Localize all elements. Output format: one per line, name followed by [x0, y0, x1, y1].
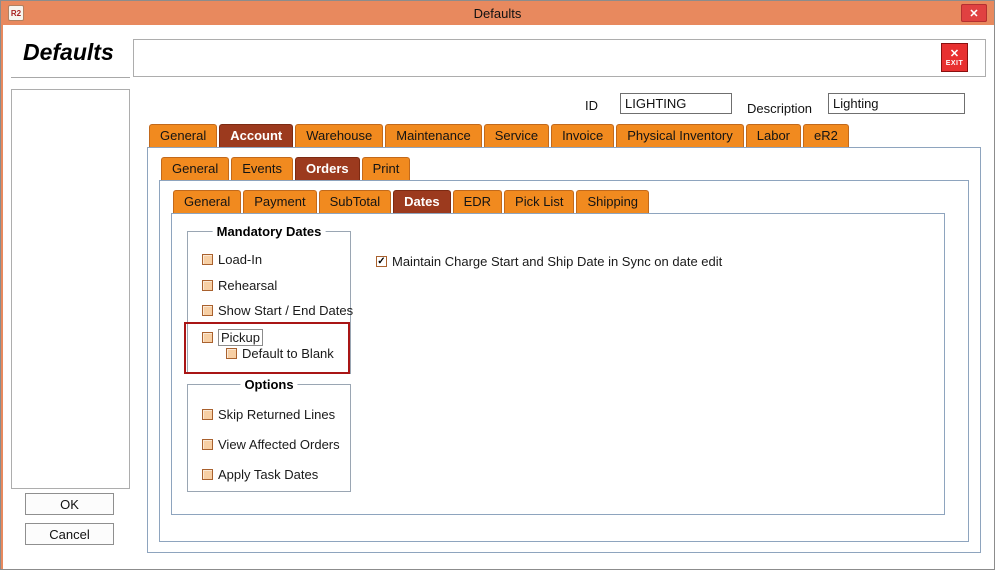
tab3-edr[interactable]: EDR [453, 190, 502, 213]
description-label: Description [747, 101, 812, 116]
load-in-checkbox[interactable] [202, 254, 213, 265]
cancel-button[interactable]: Cancel [25, 523, 114, 545]
checkbox-row-rehearsal[interactable]: Rehearsal [202, 278, 277, 293]
load-in-label: Load-In [218, 252, 262, 267]
default-to-blank-checkbox[interactable] [226, 348, 237, 359]
checkbox-row-default-to-blank[interactable]: Default to Blank [226, 346, 334, 361]
exit-label: EXIT [946, 60, 964, 67]
tab3-general[interactable]: General [173, 190, 241, 213]
apply-task-dates-label: Apply Task Dates [218, 467, 318, 482]
show-start-end-checkbox[interactable] [202, 305, 213, 316]
tab-account[interactable]: Account [219, 124, 293, 147]
id-input[interactable] [620, 93, 732, 114]
checkbox-row-skip-returned[interactable]: Skip Returned Lines [202, 407, 335, 422]
tab-physical-inventory[interactable]: Physical Inventory [616, 124, 744, 147]
checkbox-row-view-affected[interactable]: View Affected Orders [202, 437, 340, 452]
tab3-dates[interactable]: Dates [393, 190, 450, 213]
ok-button[interactable]: OK [25, 493, 114, 515]
tab2-events[interactable]: Events [231, 157, 293, 180]
exit-x-icon: ✕ [950, 49, 959, 60]
tab-row-main: General Account Warehouse Maintenance Se… [149, 124, 849, 147]
tab2-orders[interactable]: Orders [295, 157, 360, 180]
checkbox-row-show-start-end[interactable]: Show Start / End Dates [202, 303, 353, 318]
tab3-payment[interactable]: Payment [243, 190, 316, 213]
tab-row-account: General Events Orders Print [161, 157, 410, 180]
exit-button[interactable]: ✕ EXIT [941, 43, 968, 72]
tab-general[interactable]: General [149, 124, 217, 147]
close-button[interactable]: ✕ [961, 4, 987, 22]
checkbox-row-maintain-sync[interactable]: ✓ Maintain Charge Start and Ship Date in… [376, 254, 722, 269]
tab2-general[interactable]: General [161, 157, 229, 180]
options-legend: Options [240, 377, 297, 392]
tab2-print[interactable]: Print [362, 157, 411, 180]
pickup-checkbox[interactable] [202, 332, 213, 343]
tab-maintenance[interactable]: Maintenance [385, 124, 481, 147]
maintain-sync-checkbox[interactable]: ✓ [376, 256, 387, 267]
show-start-end-label: Show Start / End Dates [218, 303, 353, 318]
checkbox-row-apply-task-dates[interactable]: Apply Task Dates [202, 467, 318, 482]
defaults-window: R2 Defaults ✕ Defaults OK Cancel ✕ EXIT … [0, 0, 995, 570]
tab3-pick-list[interactable]: Pick List [504, 190, 574, 213]
tab3-shipping[interactable]: Shipping [576, 190, 649, 213]
view-affected-checkbox[interactable] [202, 439, 213, 450]
tab3-subtotal[interactable]: SubTotal [319, 190, 392, 213]
apply-task-dates-checkbox[interactable] [202, 469, 213, 480]
left-list-panel [11, 89, 130, 489]
default-to-blank-label: Default to Blank [242, 346, 334, 361]
tab-er2[interactable]: eR2 [803, 124, 849, 147]
id-label: ID [585, 98, 598, 113]
tab-warehouse[interactable]: Warehouse [295, 124, 383, 147]
heading-divider [11, 77, 130, 78]
checkbox-row-pickup[interactable]: Pickup [202, 329, 263, 346]
tab-service[interactable]: Service [484, 124, 549, 147]
pickup-label: Pickup [218, 329, 263, 346]
window-title: Defaults [474, 6, 522, 21]
page-title: Defaults [23, 39, 114, 66]
title-bar: R2 Defaults ✕ [1, 1, 994, 25]
rehearsal-label: Rehearsal [218, 278, 277, 293]
skip-returned-checkbox[interactable] [202, 409, 213, 420]
mandatory-dates-legend: Mandatory Dates [213, 224, 326, 239]
header-strip [133, 39, 986, 77]
checkbox-row-load-in[interactable]: Load-In [202, 252, 262, 267]
app-icon[interactable]: R2 [8, 5, 24, 21]
options-group: Options Skip Returned Lines View Affecte… [187, 384, 351, 492]
view-affected-label: View Affected Orders [218, 437, 340, 452]
tab-labor[interactable]: Labor [746, 124, 801, 147]
tab-row-orders: General Payment SubTotal Dates EDR Pick … [173, 190, 649, 213]
description-input[interactable] [828, 93, 965, 114]
maintain-sync-label: Maintain Charge Start and Ship Date in S… [392, 254, 722, 269]
skip-returned-label: Skip Returned Lines [218, 407, 335, 422]
rehearsal-checkbox[interactable] [202, 280, 213, 291]
tab-invoice[interactable]: Invoice [551, 124, 614, 147]
mandatory-dates-group: Mandatory Dates Load-In Rehearsal Show S… [187, 231, 351, 374]
